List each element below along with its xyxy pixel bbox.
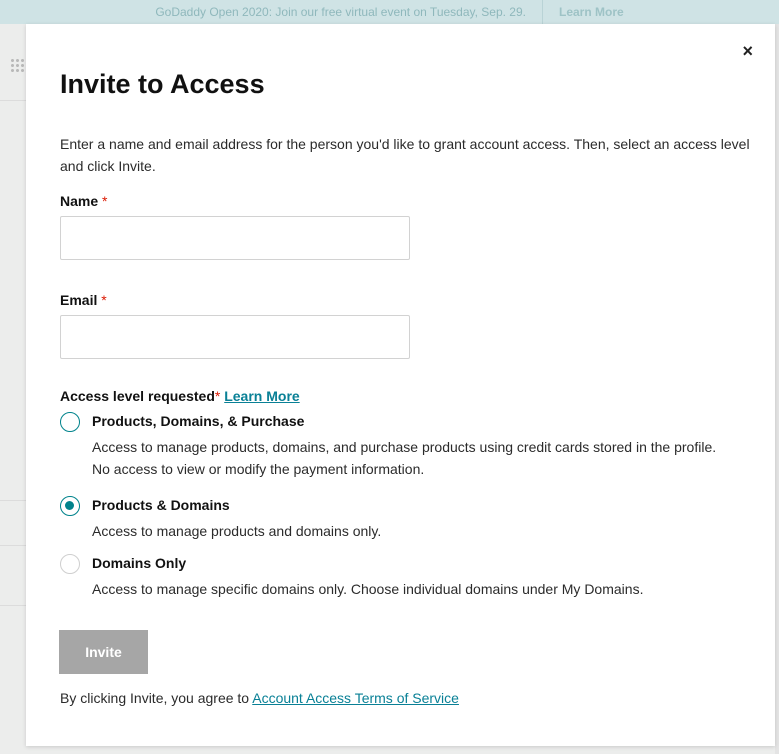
terms-of-service-link[interactable]: Account Access Terms of Service — [252, 690, 459, 706]
apps-grid-icon — [10, 58, 24, 72]
name-label: Name * — [60, 193, 107, 209]
promo-banner-text: GoDaddy Open 2020: Join our free virtual… — [155, 5, 526, 19]
name-input[interactable] — [60, 216, 410, 260]
background-scroll-edge — [775, 24, 779, 754]
banner-learn-more-link[interactable]: Learn More — [559, 5, 624, 19]
option-description: Access to manage specific domains only. … — [92, 581, 644, 597]
background-divider — [0, 100, 26, 101]
background-divider — [0, 500, 26, 501]
terms-prefix: By clicking Invite, you agree to — [60, 690, 250, 706]
option-title: Products, Domains, & Purchase — [92, 413, 305, 429]
option-description: Access to manage products, domains, and … — [92, 439, 717, 477]
banner-divider — [542, 0, 543, 26]
email-input[interactable] — [60, 315, 410, 359]
required-marker: * — [102, 193, 108, 209]
radio-button-selected[interactable] — [60, 496, 80, 516]
dialog-title: Invite to Access — [60, 69, 265, 99]
terms-notice: By clicking Invite, you agree to Account… — [60, 690, 459, 706]
dialog-instructions: Enter a name and email address for the p… — [60, 136, 750, 174]
option-title: Products & Domains — [92, 497, 230, 513]
option-title: Domains Only — [92, 555, 187, 571]
option-description: Access to manage products and domains on… — [92, 523, 382, 539]
radio-button[interactable] — [60, 554, 80, 574]
invite-button[interactable]: Invite — [59, 630, 148, 674]
background-divider — [0, 605, 26, 606]
access-level-label-text: Access level requested — [60, 388, 215, 404]
learn-more-link[interactable]: Learn More — [224, 388, 299, 404]
promo-banner: GoDaddy Open 2020: Join our free virtual… — [0, 0, 779, 26]
radio-button[interactable] — [60, 412, 80, 432]
access-level-label: Access level requested* Learn More — [60, 388, 300, 404]
close-icon[interactable]: × — [742, 42, 753, 60]
required-marker: * — [214, 388, 221, 404]
required-marker: * — [101, 292, 107, 308]
email-label-text: Email — [60, 292, 98, 308]
background-divider — [0, 545, 26, 546]
name-label-text: Name — [60, 193, 99, 209]
invite-to-access-dialog: × Invite to Access Enter a name and emai… — [26, 24, 775, 746]
email-label: Email * — [60, 292, 107, 308]
